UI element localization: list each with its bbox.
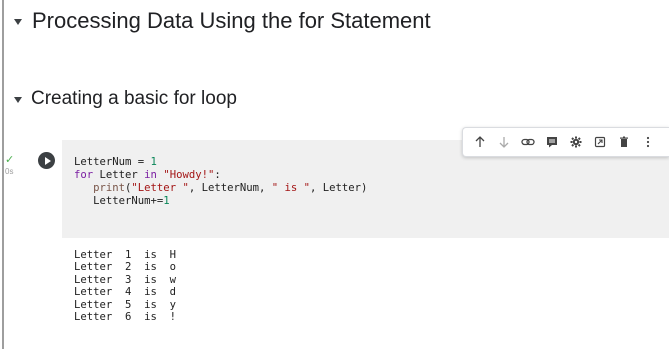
trash-icon[interactable] (617, 135, 631, 149)
section-heading-text: Creating a basic for loop (31, 88, 237, 109)
mirror-cell-icon[interactable] (593, 135, 607, 149)
code-line-3: print("Letter ", LetterNum, " is ", Lett… (93, 182, 368, 194)
section-heading-processing[interactable]: Processing Data Using the for Statement (14, 8, 431, 34)
output-line: Letter 4 is d (74, 286, 177, 299)
section-heading-basic-loop[interactable]: Creating a basic for loop (14, 88, 237, 110)
code-line-4: LetterNum+=1 (74, 195, 170, 207)
run-cell-button[interactable] (38, 152, 55, 169)
code-line-1: LetterNum = 1 (74, 156, 157, 168)
more-vert-icon[interactable] (641, 135, 655, 149)
execution-success-icon: ✓ (5, 154, 15, 166)
output-line: Letter 5 is y (74, 298, 177, 311)
output-line: Letter 2 is o (74, 261, 177, 274)
play-icon (44, 156, 51, 165)
output-line: Letter 3 is w (74, 273, 177, 286)
link-icon[interactable] (521, 135, 535, 149)
execution-time: 0s (5, 167, 14, 176)
arrow-down-icon[interactable] (497, 135, 511, 149)
output-line: Letter 1 is H (74, 249, 177, 261)
comment-icon[interactable] (545, 135, 559, 149)
notebook-left-rule (2, 0, 4, 349)
gear-icon[interactable] (569, 135, 583, 149)
output-line: Letter 6 is ! (74, 311, 177, 324)
cell-toolbar (462, 127, 669, 157)
collapse-caret-icon[interactable] (14, 19, 22, 25)
arrow-up-icon[interactable] (473, 135, 487, 149)
collapse-caret-icon[interactable] (14, 97, 22, 103)
code-line-2: for Letter in "Howdy!": (74, 169, 221, 181)
section-heading-text: Processing Data Using the for Statement (32, 8, 431, 33)
cell-output: Letter 1 is H Letter 2 is o Letter 3 is … (74, 249, 176, 323)
code-text[interactable]: LetterNum = 1 for Letter in "Howdy!": pr… (74, 156, 367, 208)
